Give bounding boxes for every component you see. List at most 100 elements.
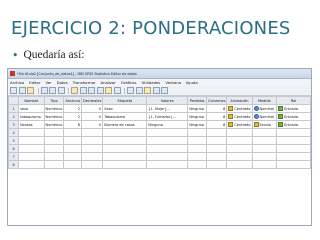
cell-columnas[interactable]	[206, 136, 228, 145]
cell-rol[interactable]	[276, 152, 311, 161]
redo-icon[interactable]	[57, 87, 65, 94]
cell-tipo[interactable]	[43, 136, 65, 145]
cell-columnas[interactable]: 8	[206, 112, 228, 121]
cell-nombre[interactable]	[18, 128, 45, 137]
cell-decimales[interactable]	[81, 128, 104, 137]
cell-alineacion[interactable]	[226, 128, 253, 137]
row-number[interactable]: 1	[8, 104, 20, 113]
cell-anchura[interactable]: 2	[63, 112, 83, 121]
cell-perdidos[interactable]: Ninguna	[187, 112, 208, 121]
row-number[interactable]: 2	[8, 112, 20, 121]
open-icon[interactable]	[10, 87, 17, 94]
cell-perdidos[interactable]: Ninguna	[187, 120, 208, 129]
cell-tipo[interactable]: Numérico	[43, 112, 65, 121]
cell-valores[interactable]: Ninguna	[146, 120, 189, 129]
cell-medida[interactable]: Escala	[251, 120, 278, 129]
menu-item[interactable]: Editar	[29, 80, 40, 85]
cell-anchura[interactable]: 8	[63, 120, 83, 129]
cell-valores[interactable]	[146, 152, 189, 161]
cell-valores[interactable]	[146, 136, 189, 145]
column-header[interactable]: Anchura	[63, 96, 83, 105]
column-header[interactable]: Rol	[276, 96, 311, 105]
cell-perdidos[interactable]	[187, 160, 208, 169]
print-icon[interactable]	[27, 87, 34, 94]
cell-decimales[interactable]: 0	[81, 104, 104, 113]
cell-tipo[interactable]	[43, 144, 65, 153]
cell-alineacion[interactable]: Centrado	[226, 104, 253, 113]
cell-etiqueta[interactable]	[102, 136, 148, 145]
cell-anchura[interactable]: 2	[63, 104, 83, 113]
cell-perdidos[interactable]	[187, 144, 208, 153]
cell-medida[interactable]	[251, 144, 278, 153]
cell-perdidos[interactable]: Ninguna	[187, 104, 208, 113]
split-file-icon[interactable]	[127, 87, 134, 94]
cell-valores[interactable]: {1, Mujer}...	[146, 104, 189, 113]
goto-variable-icon[interactable]	[79, 87, 87, 94]
weight-cases-icon[interactable]	[135, 87, 143, 94]
cell-medida[interactable]	[251, 128, 278, 137]
row-number[interactable]: 5	[8, 136, 20, 145]
cell-etiqueta[interactable]	[102, 144, 148, 153]
cell-valores[interactable]	[146, 144, 189, 153]
use-sets-icon[interactable]	[161, 87, 168, 94]
cell-tipo[interactable]	[43, 152, 65, 161]
cell-columnas[interactable]	[206, 160, 228, 169]
cell-valores[interactable]	[146, 160, 189, 169]
find-icon[interactable]	[96, 87, 104, 94]
column-header[interactable]: Valores	[146, 96, 189, 105]
cell-nombre[interactable]: sexo	[18, 104, 45, 113]
cell-anchura[interactable]	[63, 144, 83, 153]
cell-perdidos[interactable]	[187, 128, 208, 137]
cell-alineacion[interactable]	[226, 160, 253, 169]
column-header[interactable]: Medida	[251, 96, 278, 105]
menu-item[interactable]: Ayuda	[186, 80, 198, 85]
insert-variable-icon[interactable]	[113, 87, 121, 94]
cell-columnas[interactable]: 8	[206, 120, 228, 129]
cell-columnas[interactable]	[206, 144, 228, 153]
cell-decimales[interactable]	[81, 160, 104, 169]
cell-rol[interactable]: Entrada	[276, 112, 311, 121]
menu-item[interactable]: Archivo	[10, 80, 24, 85]
cell-tipo[interactable]: Numérico	[43, 104, 65, 113]
menu-item[interactable]: Gráficos	[121, 80, 137, 85]
cell-anchura[interactable]	[63, 160, 83, 169]
cell-nombre[interactable]	[18, 136, 45, 145]
column-header[interactable]: Tipo	[43, 96, 65, 105]
cell-nombre[interactable]: Ncasos	[18, 120, 45, 129]
cell-rol[interactable]	[276, 128, 311, 137]
cell-rol[interactable]: Entrada	[276, 104, 311, 113]
cell-etiqueta[interactable]	[102, 160, 148, 169]
insert-cases-icon[interactable]	[105, 87, 112, 94]
cell-medida[interactable]	[251, 160, 278, 169]
cell-columnas[interactable]	[206, 152, 228, 161]
cell-alineacion[interactable]	[226, 136, 253, 145]
cell-nombre[interactable]: tabaquismo	[18, 112, 45, 121]
cell-valores[interactable]	[146, 128, 189, 137]
row-number[interactable]: 4	[8, 128, 20, 137]
cell-etiqueta[interactable]: Tabaquismo	[102, 112, 148, 121]
menu-item[interactable]: Analizar	[100, 80, 115, 85]
menu-item[interactable]: Ver	[45, 80, 51, 85]
cell-perdidos[interactable]	[187, 152, 208, 161]
cell-decimales[interactable]: 0	[81, 112, 104, 121]
column-header[interactable]: Perdidos	[187, 96, 208, 105]
cell-etiqueta[interactable]	[102, 128, 148, 137]
row-number[interactable]: 6	[8, 144, 20, 153]
undo-icon[interactable]	[49, 87, 56, 94]
cell-anchura[interactable]	[63, 136, 83, 145]
cell-nombre[interactable]	[18, 152, 45, 161]
cell-decimales[interactable]	[81, 152, 104, 161]
cell-tipo[interactable]: Numérico	[43, 120, 65, 129]
column-header[interactable]: Columnas	[206, 96, 228, 105]
cell-nombre[interactable]	[18, 160, 45, 169]
cell-perdidos[interactable]	[187, 136, 208, 145]
value-labels-icon[interactable]	[152, 87, 160, 94]
cell-decimales[interactable]	[81, 144, 104, 153]
cell-decimales[interactable]: 0	[81, 120, 104, 129]
cell-etiqueta[interactable]: Número de casos	[102, 120, 148, 129]
row-number[interactable]: 8	[8, 160, 20, 169]
menu-item[interactable]: Datos	[57, 80, 68, 85]
cell-nombre[interactable]	[18, 144, 45, 153]
cell-valores[interactable]: {1, Fumador}...	[146, 112, 189, 121]
cell-rol[interactable]	[276, 136, 311, 145]
